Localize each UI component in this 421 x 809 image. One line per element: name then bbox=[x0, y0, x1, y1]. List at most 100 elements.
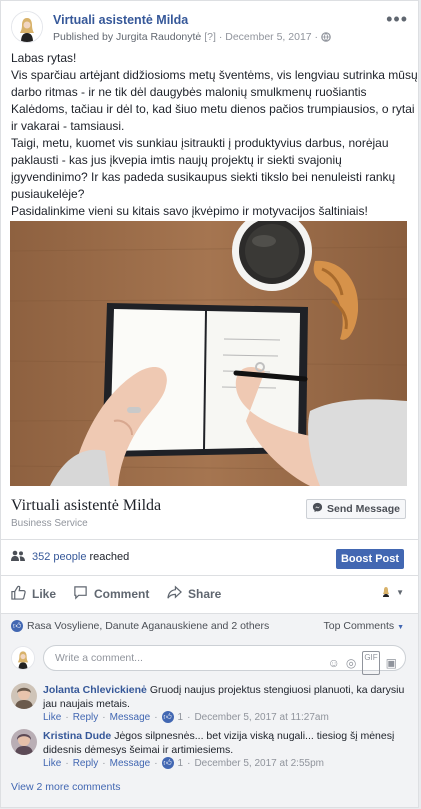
comment-text: Kristina Dude Jėgos silpnesnės... bet vi… bbox=[43, 729, 406, 757]
thumbs-up-icon bbox=[11, 585, 26, 603]
chevron-down-icon: ▼ bbox=[397, 624, 404, 631]
comment-like-count[interactable]: 1 bbox=[178, 712, 184, 723]
post-text: Labas rytas! Vis sparčiau artėjant didži… bbox=[11, 50, 418, 220]
post-meta: Published by Jurgita Raudonytė [?] · Dec… bbox=[53, 31, 331, 45]
post-header: Virtuali asistentė Milda Published by Ju… bbox=[11, 9, 408, 47]
dot-sep: · bbox=[187, 757, 191, 769]
reach-row: 352 people reached bbox=[11, 550, 129, 564]
divider bbox=[1, 613, 418, 614]
page-mini-avatar bbox=[380, 585, 393, 600]
comment-label: Comment bbox=[94, 587, 150, 601]
comment-actions: Like · Reply · Message · 👍︎ 1 · December… bbox=[43, 757, 324, 769]
action-bar: Like Comment Share ▼ bbox=[1, 585, 418, 603]
like-reaction-icon: 👍︎ bbox=[11, 620, 23, 632]
dot-sep: · bbox=[65, 757, 69, 769]
published-by-label: Published by bbox=[53, 31, 114, 43]
more-options-icon[interactable]: ••• bbox=[386, 9, 408, 30]
emoji-icon[interactable]: ☺ bbox=[328, 651, 340, 675]
dot-sep: · bbox=[65, 711, 69, 723]
dot-sep: · bbox=[154, 757, 158, 769]
top-comments-dropdown[interactable]: Top Comments ▼ bbox=[324, 620, 404, 632]
comment-like-link[interactable]: Like bbox=[43, 758, 61, 769]
like-reaction-icon: 👍︎ bbox=[161, 711, 174, 723]
commenter-avatar[interactable] bbox=[11, 683, 37, 709]
comment-input[interactable]: Write a comment... ☺ ◎ GIF ▣ bbox=[43, 645, 406, 675]
page-avatar[interactable] bbox=[11, 11, 43, 43]
post-card: Virtuali asistentė Milda Published by Ju… bbox=[0, 0, 419, 808]
reaction-names[interactable]: Rasa Vosyliene, Danute Aganauskiene and … bbox=[27, 620, 269, 632]
comment-placeholder: Write a comment... bbox=[55, 652, 143, 664]
messenger-icon bbox=[312, 502, 323, 516]
divider bbox=[1, 539, 418, 540]
post-text-line: Vis sparčiau artėjant didžiosioms metų š… bbox=[11, 68, 418, 82]
post-text-line: darbo ritmas - ir ne tik dėl daugybės ma… bbox=[11, 85, 367, 99]
comment-body-line1: Jėgos silpnesnės... bet vizija viską nug… bbox=[114, 730, 395, 742]
meta-separator-2: · bbox=[314, 31, 319, 43]
camera-icon[interactable]: ◎ bbox=[346, 651, 356, 675]
post-text-line: Kalėdoms, tačiau ir dėl to, kad šiuo met… bbox=[11, 102, 415, 116]
comment-body-line2: jau naujais metais. bbox=[43, 698, 130, 710]
commenter-name[interactable]: Jolanta Chlevickienė bbox=[43, 684, 147, 696]
meta-separator: · bbox=[218, 31, 223, 43]
link-card-subtitle: Business Service bbox=[11, 518, 88, 529]
like-reaction-icon: 👍︎ bbox=[161, 757, 174, 769]
view-more-comments-link[interactable]: View 2 more comments bbox=[11, 781, 121, 793]
share-icon bbox=[167, 585, 182, 603]
comment-action[interactable]: Comment bbox=[73, 585, 149, 603]
comment-composer: Write a comment... ☺ ◎ GIF ▣ bbox=[11, 645, 406, 675]
post-text-line: ir vakarai - tamsiausi. bbox=[11, 119, 125, 133]
comment-date[interactable]: December 5, 2017 at 2:55pm bbox=[194, 758, 324, 769]
like-label: Like bbox=[32, 587, 57, 601]
composer-icons: ☺ ◎ GIF ▣ bbox=[328, 651, 397, 675]
send-message-label: Send Message bbox=[327, 503, 400, 515]
like-action[interactable]: Like bbox=[11, 585, 56, 603]
people-icon bbox=[11, 550, 25, 564]
comment-like-link[interactable]: Like bbox=[43, 712, 61, 723]
reach-count-link[interactable]: 352 people bbox=[32, 551, 86, 563]
gif-icon[interactable]: GIF bbox=[362, 651, 380, 675]
share-label: Share bbox=[188, 587, 222, 601]
comment-message-link[interactable]: Message bbox=[110, 758, 151, 769]
comment-body-line2: didesnis dėmesys šeimai ir artimiesiems. bbox=[43, 744, 234, 756]
comment-item: Kristina Dude Jėgos silpnesnės... bet vi… bbox=[11, 729, 406, 779]
comment-body-line1: Gruodį naujus projektus stengiuosi planu… bbox=[149, 684, 405, 696]
link-card-title[interactable]: Virtuali asistentė Milda bbox=[11, 497, 161, 515]
reactions-row[interactable]: 👍︎ Rasa Vosyliene, Danute Aganauskiene a… bbox=[11, 620, 269, 632]
comment-reply-link[interactable]: Reply bbox=[73, 758, 99, 769]
author-name[interactable]: Jurgita Raudonytė bbox=[116, 31, 201, 43]
comment-like-count[interactable]: 1 bbox=[178, 758, 184, 769]
post-text-line: pusiaukelėje? bbox=[11, 187, 85, 201]
dot-sep: · bbox=[102, 757, 106, 769]
commenter-avatar[interactable] bbox=[11, 729, 37, 755]
divider bbox=[1, 575, 418, 576]
comment-date[interactable]: December 5, 2017 at 11:27am bbox=[194, 712, 328, 723]
share-action[interactable]: Share bbox=[167, 585, 221, 603]
commenter-name[interactable]: Kristina Dude bbox=[43, 730, 111, 742]
comment-reply-link[interactable]: Reply bbox=[73, 712, 99, 723]
comment-actions: Like · Reply · Message · 👍︎ 1 · December… bbox=[43, 711, 329, 723]
composer-avatar bbox=[11, 646, 35, 670]
comment-message-link[interactable]: Message bbox=[110, 712, 151, 723]
post-photo[interactable] bbox=[10, 221, 407, 486]
send-message-button[interactable]: Send Message bbox=[306, 499, 406, 519]
post-text-line: Taigi, metu, kuomet vis sunkiau įsitrauk… bbox=[11, 136, 389, 150]
post-text-line: Labas rytas! bbox=[11, 51, 77, 65]
comment-item: Jolanta Chlevickienė Gruodį naujus proje… bbox=[11, 683, 406, 733]
page-name-link[interactable]: Virtuali asistentė Milda bbox=[53, 13, 188, 27]
help-mark[interactable]: [?] bbox=[204, 31, 216, 43]
sticker-icon[interactable]: ▣ bbox=[386, 651, 397, 675]
post-date[interactable]: December 5, 2017 bbox=[225, 31, 311, 43]
top-comments-label: Top Comments bbox=[323, 620, 395, 632]
reach-suffix: reached bbox=[89, 551, 130, 563]
boost-post-button[interactable]: Boost Post bbox=[336, 549, 404, 569]
post-text-line: Pasidalinkime vieni su kitais savo įkvėp… bbox=[11, 204, 368, 218]
post-text-line: paklausti - kas jus įkvepia imtis naujų … bbox=[11, 153, 342, 167]
post-as-selector[interactable]: ▼ bbox=[380, 585, 404, 600]
chevron-down-icon: ▼ bbox=[396, 588, 404, 597]
dot-sep: · bbox=[154, 711, 158, 723]
comment-icon bbox=[73, 585, 88, 603]
dot-sep: · bbox=[187, 711, 191, 723]
post-text-line: įgyvendinimo? Ir kas padeda susikaupus s… bbox=[11, 170, 396, 184]
globe-icon bbox=[321, 32, 331, 45]
comment-text: Jolanta Chlevickienė Gruodį naujus proje… bbox=[43, 683, 406, 711]
